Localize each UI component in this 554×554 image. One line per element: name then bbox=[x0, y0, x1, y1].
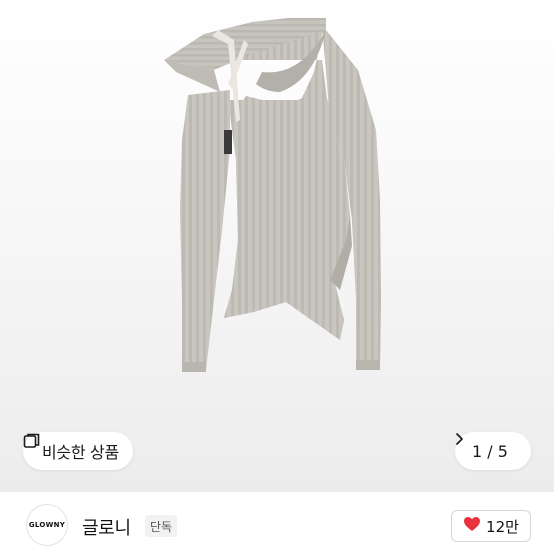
image-counter: 1 / 5 bbox=[472, 441, 508, 461]
image-page-indicator[interactable]: 1 / 5 bbox=[455, 432, 531, 470]
sweater-illustration bbox=[164, 18, 381, 372]
like-button[interactable]: 12만 bbox=[451, 510, 531, 542]
like-count: 12만 bbox=[486, 517, 519, 536]
heart-icon bbox=[463, 516, 481, 536]
brand-row: GLOWNY 글로니 단독 12만 bbox=[0, 492, 554, 554]
brand-logo-text: GLOWNY bbox=[28, 521, 66, 529]
similar-items-label: 비슷한 상품 bbox=[42, 443, 119, 462]
similar-items-button[interactable]: 비슷한 상품 bbox=[23, 432, 133, 470]
brand-name[interactable]: 글로니 bbox=[82, 514, 131, 540]
exclusive-badge: 단독 bbox=[145, 515, 178, 537]
product-image[interactable]: 비슷한 상품 1 / 5 bbox=[0, 0, 554, 492]
brand-logo[interactable]: GLOWNY bbox=[26, 504, 68, 546]
